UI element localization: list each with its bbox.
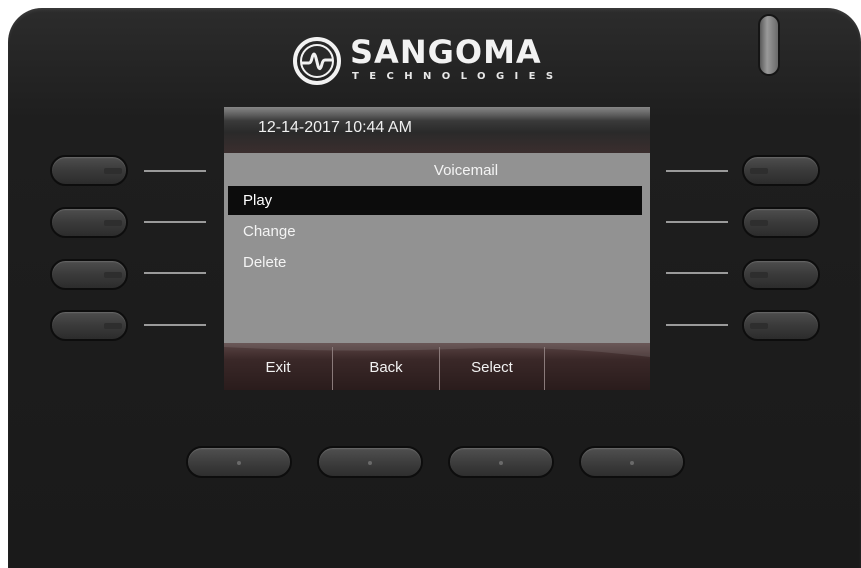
left-line-key-4-indicator <box>144 324 206 326</box>
softkey-select[interactable]: Select <box>440 343 544 390</box>
right-line-key-1[interactable] <box>742 155 820 186</box>
right-line-key-1-indicator <box>666 170 728 172</box>
left-line-key-1-indicator <box>144 170 206 172</box>
left-line-key-3[interactable] <box>50 259 128 290</box>
right-line-key-2[interactable] <box>742 207 820 238</box>
right-line-key-3[interactable] <box>742 259 820 290</box>
left-line-key-2-indicator <box>144 221 206 223</box>
soft-button-3[interactable] <box>448 446 554 478</box>
brand-name: SANGOMA <box>350 33 542 71</box>
softkey-back[interactable]: Back <box>333 343 439 390</box>
screen-title: Voicemail <box>433 162 499 179</box>
menu-item-delete[interactable]: Delete <box>228 248 642 277</box>
brand-logo: SANGOMA TECHNOLOGIES <box>292 34 582 90</box>
sangoma-logo-icon <box>293 37 341 85</box>
right-line-key-3-indicator <box>666 272 728 274</box>
message-waiting-led <box>758 14 780 76</box>
left-line-key-3-indicator <box>144 272 206 274</box>
soft-button-4[interactable] <box>579 446 685 478</box>
left-line-key-4[interactable] <box>50 310 128 341</box>
datetime: 12-14-2017 10:44 AM <box>258 119 412 136</box>
right-line-key-4[interactable] <box>742 310 820 341</box>
right-line-key-4-indicator <box>666 324 728 326</box>
menu-item-change[interactable]: Change <box>228 217 642 246</box>
soft-button-2[interactable] <box>317 446 423 478</box>
soft-button-1[interactable] <box>186 446 292 478</box>
brand-tagline: TECHNOLOGIES <box>352 71 564 82</box>
left-line-key-1[interactable] <box>50 155 128 186</box>
softkey-4[interactable] <box>545 343 650 390</box>
right-line-key-2-indicator <box>666 221 728 223</box>
menu-item-play[interactable]: Play <box>228 186 642 215</box>
status-bar: 12-14-2017 10:44 AM <box>224 107 650 153</box>
softkey-exit[interactable]: Exit <box>224 343 332 390</box>
lcd-screen: 12-14-2017 10:44 AM Voicemail Play Chang… <box>224 107 650 390</box>
left-line-key-2[interactable] <box>50 207 128 238</box>
